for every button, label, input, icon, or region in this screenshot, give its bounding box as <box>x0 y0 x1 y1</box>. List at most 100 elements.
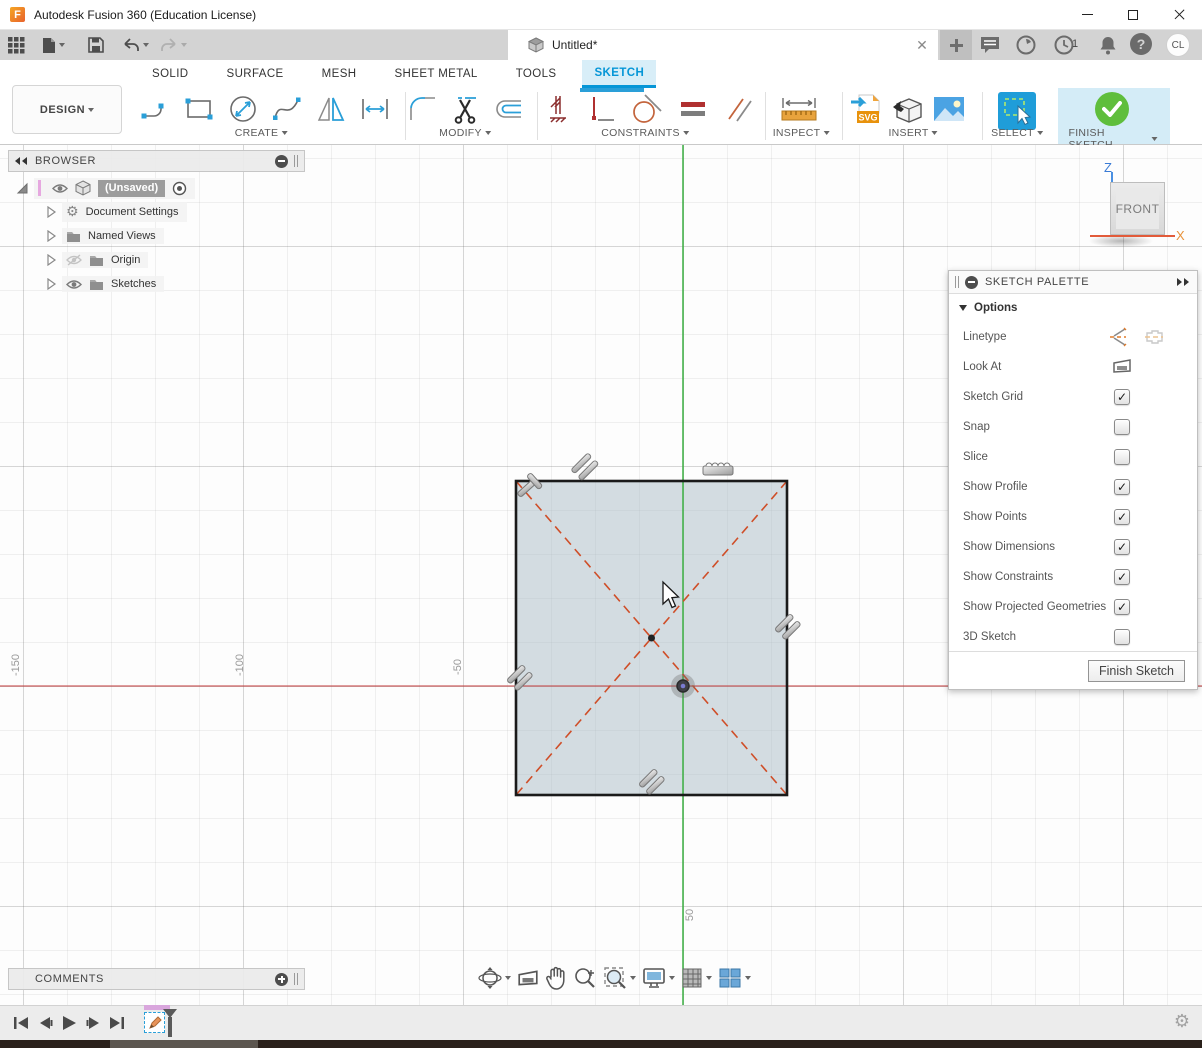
grid-settings-button[interactable] <box>681 967 712 989</box>
comments-icon[interactable] <box>978 33 1002 57</box>
undo-button[interactable] <box>122 33 149 57</box>
tab-mesh[interactable]: MESH <box>310 60 369 88</box>
offset-tool-icon[interactable] <box>490 92 524 126</box>
show-dimensions-checkbox[interactable]: ✓ <box>1114 539 1130 555</box>
palette-remove-icon[interactable] <box>965 276 978 289</box>
avatar[interactable]: CL <box>1166 33 1190 57</box>
finish-sketch-icon[interactable] <box>1095 92 1129 126</box>
finish-sketch-button[interactable]: Finish Sketch <box>1088 660 1185 682</box>
comments-bar[interactable]: COMMENTS <box>8 968 305 990</box>
expand-icon[interactable] <box>46 230 57 242</box>
expand-icon[interactable] <box>46 206 57 218</box>
timeline-step-back-button[interactable] <box>34 1012 56 1034</box>
tangent-constraint-icon[interactable] <box>630 92 664 126</box>
bell-icon[interactable] <box>1096 33 1120 57</box>
circle-tool-icon[interactable] <box>226 92 260 126</box>
vertical-horizontal-constraint-icon[interactable] <box>584 92 618 126</box>
collapse-palette-icon[interactable] <box>1175 278 1189 286</box>
browser-item-named-views[interactable]: Named Views <box>8 224 308 248</box>
parallel-constraint-icon[interactable] <box>722 92 756 126</box>
tab-surface[interactable]: SURFACE <box>215 60 296 88</box>
tab-tools[interactable]: TOOLS <box>504 60 569 88</box>
timeline-settings-gear-icon[interactable]: ⚙ <box>1174 1011 1190 1032</box>
create-group-label[interactable]: CREATE <box>235 127 288 139</box>
timeline-go-to-start-button[interactable] <box>10 1012 32 1034</box>
palette-grip[interactable] <box>955 276 959 288</box>
select-tool-icon[interactable] <box>998 92 1036 130</box>
constraints-group-label[interactable]: CONSTRAINTS <box>601 127 689 139</box>
tab-sheet-metal[interactable]: SHEET METAL <box>382 60 489 88</box>
fix-constraint-icon[interactable] <box>544 92 572 126</box>
insert-svg-icon[interactable]: SVG <box>848 92 882 126</box>
save-button[interactable] <box>88 33 104 57</box>
select-group-label[interactable]: SELECT <box>991 127 1043 139</box>
display-settings-button[interactable] <box>642 967 675 989</box>
inspect-group-label[interactable]: INSPECT <box>773 127 830 139</box>
orbit-button[interactable] <box>478 966 511 990</box>
center-point[interactable] <box>648 635 655 642</box>
fit-button[interactable] <box>603 966 636 990</box>
sketch-palette-header[interactable]: SKETCH PALETTE <box>949 271 1197 294</box>
expand-icon[interactable] <box>16 182 29 195</box>
zoom-button[interactable] <box>573 966 597 990</box>
mirror-tool-icon[interactable] <box>314 92 348 126</box>
trim-tool-icon[interactable] <box>448 92 482 126</box>
show-profile-checkbox[interactable]: ✓ <box>1114 479 1130 495</box>
sketch-grid-checkbox[interactable]: ✓ <box>1114 389 1130 405</box>
3d-sketch-checkbox[interactable] <box>1114 629 1130 645</box>
slice-checkbox[interactable] <box>1114 449 1130 465</box>
horizontal-constraint-glyph[interactable] <box>703 463 733 475</box>
help-icon[interactable]: ? <box>1130 33 1152 55</box>
tab-sketch[interactable]: SKETCH <box>582 60 656 88</box>
add-comment-icon[interactable] <box>275 973 288 986</box>
timeline-position-marker[interactable] <box>162 1008 178 1043</box>
insert-mesh-icon[interactable] <box>890 92 924 126</box>
measure-tool-icon[interactable] <box>778 92 820 126</box>
visibility-off-eye-icon[interactable] <box>66 254 82 266</box>
equal-constraint-icon[interactable] <box>676 92 710 126</box>
job-status-icon[interactable] <box>1014 33 1038 57</box>
visibility-eye-icon[interactable] <box>66 279 82 290</box>
fillet-tool-icon[interactable] <box>406 92 440 126</box>
look-at-icon[interactable] <box>1112 358 1132 374</box>
comments-grip[interactable] <box>294 973 298 985</box>
visibility-eye-icon[interactable] <box>52 183 68 194</box>
activate-radio-icon[interactable] <box>172 181 187 196</box>
document-name[interactable]: (Unsaved) <box>98 180 165 197</box>
centerline-linetype-icon[interactable] <box>1143 328 1165 346</box>
spline-tool-icon[interactable] <box>270 92 304 126</box>
expand-icon[interactable] <box>46 254 57 266</box>
rectangle-tool-icon[interactable] <box>182 92 216 126</box>
origin-point[interactable] <box>671 674 695 698</box>
show-projected-geometries-checkbox[interactable]: ✓ <box>1114 599 1130 615</box>
browser-header[interactable]: BROWSER <box>8 150 305 172</box>
timeline-step-forward-button[interactable] <box>82 1012 104 1034</box>
parallel-constraint-glyph[interactable] <box>571 453 599 481</box>
insert-group-label[interactable]: INSERT <box>888 127 937 139</box>
workspace-selector[interactable]: DESIGN <box>12 85 122 134</box>
snap-checkbox[interactable] <box>1114 419 1130 435</box>
browser-item-origin[interactable]: Origin <box>8 248 308 272</box>
document-tab[interactable]: Untitled* ✕ <box>508 30 938 60</box>
modify-group-label[interactable]: MODIFY <box>439 127 491 139</box>
browser-root-row[interactable]: (Unsaved) <box>8 176 308 200</box>
close-button[interactable] <box>1156 0 1202 29</box>
browser-remove-icon[interactable] <box>275 155 288 168</box>
viewcube-front-face[interactable]: FRONT <box>1116 188 1159 229</box>
collapse-browser-icon[interactable] <box>15 157 29 165</box>
construction-linetype-icon[interactable] <box>1109 327 1131 347</box>
viewports-button[interactable] <box>718 967 751 989</box>
timeline-go-to-end-button[interactable] <box>106 1012 128 1034</box>
options-section-header[interactable]: Options <box>949 294 1197 322</box>
new-tab-button[interactable] <box>940 30 972 60</box>
tab-close-icon[interactable]: ✕ <box>914 37 930 53</box>
redo-button[interactable] <box>160 33 187 57</box>
minimize-button[interactable] <box>1064 0 1110 29</box>
file-menu-button[interactable] <box>42 33 65 57</box>
timeline-play-button[interactable] <box>58 1012 80 1034</box>
insert-canvas-icon[interactable] <box>932 92 966 126</box>
expand-icon[interactable] <box>46 278 57 290</box>
browser-grip[interactable] <box>294 155 298 167</box>
show-constraints-checkbox[interactable]: ✓ <box>1114 569 1130 585</box>
dimension-tool-icon[interactable] <box>358 92 392 126</box>
